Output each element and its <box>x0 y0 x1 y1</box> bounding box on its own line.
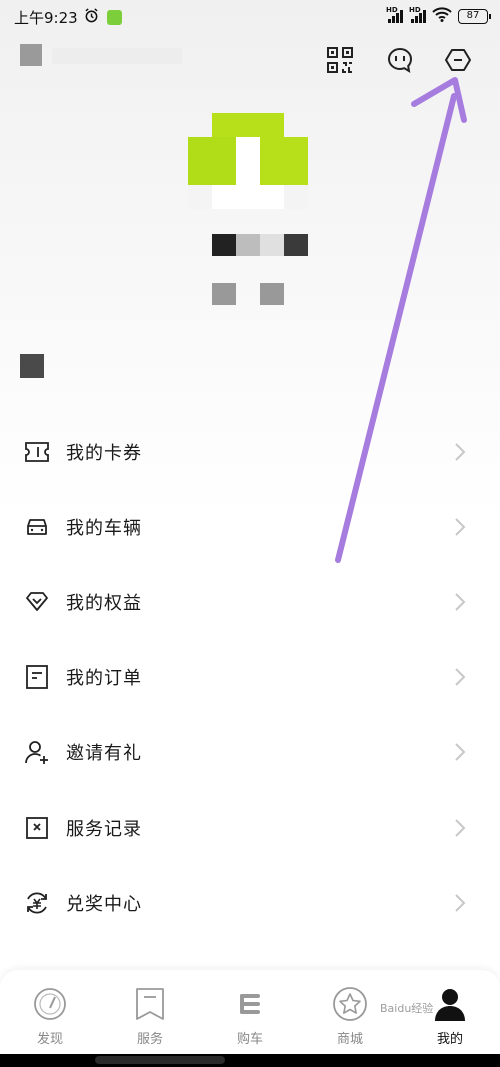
menu-item-label: 服务记录 <box>66 818 142 840</box>
chevron-right-icon <box>454 818 466 838</box>
system-nav-bar <box>0 1054 500 1067</box>
chevron-right-icon <box>454 517 466 537</box>
menu-item-redeem[interactable]: 兑奖中心 <box>0 865 500 940</box>
battery-indicator: 87 <box>458 8 491 24</box>
signal-1-icon: HD <box>386 6 403 23</box>
menu-item-vehicles[interactable]: 我的车辆 <box>0 489 500 564</box>
nav-tab-discover[interactable]: 发现 <box>0 970 100 1054</box>
invite-user-icon <box>24 739 50 765</box>
compass-gauge-icon <box>32 986 68 1022</box>
menu-item-coupons[interactable]: 我的卡券 <box>0 414 500 489</box>
nav-tab-service[interactable]: 服务 <box>100 970 200 1054</box>
order-icon <box>24 664 50 690</box>
chevron-right-icon <box>454 667 466 687</box>
menu-item-orders[interactable]: 我的订单 <box>0 640 500 715</box>
nav-tab-buy-car[interactable]: 购车 <box>200 970 300 1054</box>
menu-item-label: 兑奖中心 <box>66 893 142 915</box>
menu-item-label: 我的订单 <box>66 668 142 690</box>
status-indicators: HD HD 87 <box>386 6 491 25</box>
redeem-icon <box>24 890 50 916</box>
menu-item-invite[interactable]: 邀请有礼 <box>0 715 500 790</box>
service-record-icon <box>24 815 50 841</box>
diamond-icon <box>24 589 50 615</box>
ticket-icon <box>24 439 50 465</box>
chevron-right-icon <box>454 742 466 762</box>
menu-item-label: 我的车辆 <box>66 517 142 539</box>
message-icon[interactable] <box>385 45 415 75</box>
redacted-header-text <box>52 48 182 64</box>
chevron-right-icon <box>454 442 466 462</box>
settings-hexagon-icon[interactable] <box>443 45 473 75</box>
menu-item-benefits[interactable]: 我的权益 <box>0 564 500 639</box>
chevron-right-icon <box>454 592 466 612</box>
alarm-icon <box>84 7 99 27</box>
car-icon <box>24 514 50 540</box>
status-bar: 上午9:23 HD HD 87 <box>0 0 500 34</box>
status-time: 上午9:23 <box>14 8 78 27</box>
nav-label: 购车 <box>236 1032 263 1047</box>
nav-label: 服务 <box>136 1032 163 1047</box>
bookmark-icon <box>132 986 168 1022</box>
e-logo-icon <box>232 986 268 1022</box>
chevron-right-icon <box>454 893 466 913</box>
nav-label: 商城 <box>336 1032 363 1047</box>
redacted-logo <box>20 44 42 66</box>
menu-item-label: 我的权益 <box>66 592 142 614</box>
nav-label: 我的 <box>436 1032 463 1047</box>
home-indicator[interactable] <box>95 1056 225 1064</box>
menu-item-label: 邀请有礼 <box>66 743 142 765</box>
menu-item-service-records[interactable]: 服务记录 <box>0 790 500 865</box>
user-icon <box>432 986 468 1022</box>
profile-menu: 我的卡券 我的车辆 我的权益 我的订单 邀请有礼 服务记录 兑奖中心 <box>0 414 500 940</box>
menu-item-label: 我的卡券 <box>66 442 142 464</box>
nav-label: 发现 <box>36 1032 63 1047</box>
wifi-icon <box>432 7 452 25</box>
watermark: Baidu经验 <box>380 1002 434 1015</box>
star-icon <box>332 986 368 1022</box>
redacted-section-header <box>20 354 44 378</box>
signal-2-icon: HD <box>409 6 426 23</box>
redacted-username <box>212 234 308 256</box>
download-notification-icon <box>106 9 122 25</box>
qr-scan-icon[interactable] <box>325 45 355 75</box>
avatar[interactable] <box>188 113 308 209</box>
